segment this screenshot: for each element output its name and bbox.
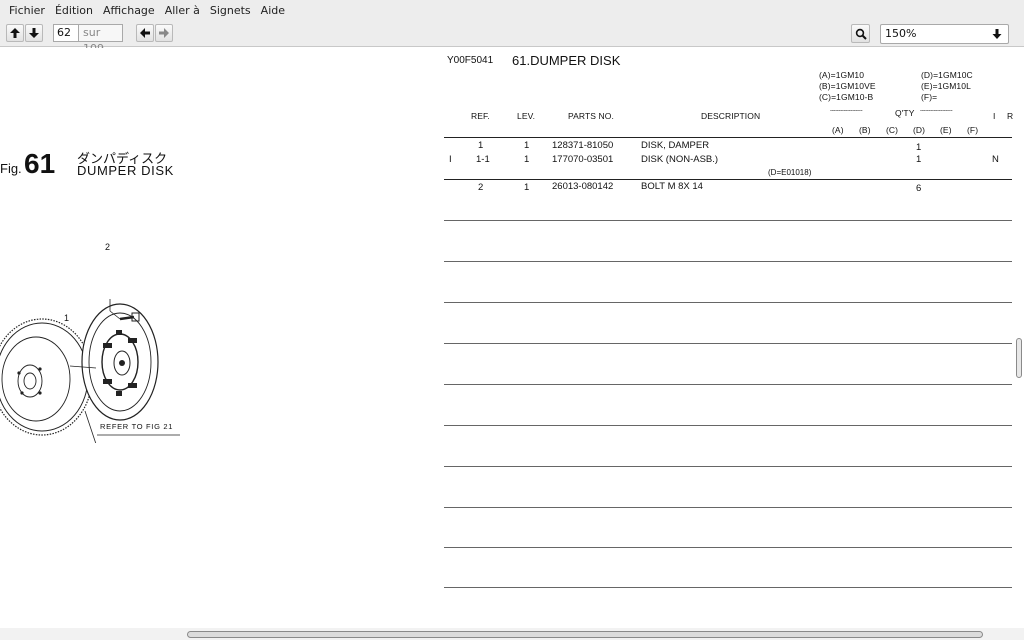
next-page-button[interactable] [25, 24, 43, 42]
vertical-scroll-thumb[interactable] [1016, 338, 1022, 378]
row-description: DISK, DAMPER [641, 140, 710, 151]
qty-dashes-left: ------------------- [830, 108, 863, 114]
horizontal-scrollbar[interactable] [0, 628, 1024, 640]
callout-1: 1 [64, 313, 70, 323]
arrow-down-icon [992, 29, 1002, 39]
menu-edition[interactable]: Édition [50, 4, 98, 17]
arrow-right-icon [159, 28, 169, 38]
forward-button[interactable] [155, 24, 173, 42]
search-button[interactable] [851, 24, 870, 43]
header-r: R [1007, 111, 1014, 121]
row-note: N [992, 154, 999, 165]
row-ref: 1 [478, 140, 484, 151]
row-description: BOLT M 8X 14 [641, 181, 703, 192]
empty-row-rule [444, 425, 1012, 426]
row-mark: I [449, 154, 452, 165]
callout-2: 2 [105, 242, 111, 252]
previous-page-button[interactable] [6, 24, 24, 42]
empty-row-rule [444, 261, 1012, 262]
damper-disk-drawing [81, 303, 159, 421]
model-a: (A)=1GM10 [819, 70, 865, 80]
empty-row-rule [444, 384, 1012, 385]
arrow-up-icon [10, 28, 20, 38]
horizontal-scroll-thumb[interactable] [187, 631, 983, 638]
menu-aide[interactable]: Aide [256, 4, 290, 17]
row-ref: 1-1 [476, 154, 490, 165]
row-qty-d: 1 [916, 154, 922, 165]
row-parts-no: 26013-080142 [552, 181, 614, 192]
empty-row-rule [444, 343, 1012, 344]
flywheel-drawing [0, 318, 93, 436]
empty-row-rule [444, 302, 1012, 303]
row-lev: 1 [524, 154, 530, 165]
header-col-d: (D) [913, 125, 926, 135]
doc-code: Y00F5041 [447, 55, 494, 66]
row-qty-d: 1 [916, 142, 922, 153]
row-lev: 1 [524, 182, 530, 193]
header-ref: REF. [471, 111, 490, 121]
document-viewport[interactable]: Fig. 61 ダンパディスク DUMPER DISK 2 1 REFER TO… [0, 48, 1024, 628]
header-col-b: (B) [859, 125, 871, 135]
header-i: I [993, 111, 996, 121]
exploded-parts-diagram [0, 299, 180, 443]
model-f: (F)= [921, 92, 938, 102]
arrow-down-icon [29, 28, 39, 38]
header-lev: LEV. [517, 111, 536, 121]
model-b: (B)=1GM10VE [819, 81, 876, 91]
toolbar: 62 sur 109 150% [0, 20, 1024, 55]
menu-aller-a[interactable]: Aller à [160, 4, 205, 17]
zoom-select[interactable]: 150% [880, 24, 1009, 44]
refer-leader-line [84, 410, 97, 443]
model-d: (D)=1GM10C [921, 70, 973, 80]
header-parts-no: PARTS NO. [568, 111, 614, 121]
row-lev: 1 [524, 140, 530, 151]
back-button[interactable] [136, 24, 154, 42]
menu-fichier[interactable]: Fichier [4, 4, 50, 17]
vertical-scrollbar[interactable] [1014, 48, 1024, 628]
row-parts-no: 177070-03501 [552, 154, 614, 165]
row-rule [444, 179, 1012, 180]
figure-prefix: Fig. [0, 161, 22, 176]
section-title: 61.DUMPER DISK [512, 53, 621, 68]
row-qty-d: 6 [916, 183, 922, 194]
header-col-e: (E) [940, 125, 952, 135]
figure-number: 61 [24, 148, 56, 179]
qty-dashes-right: ------------------- [920, 108, 953, 114]
empty-row-rule [444, 466, 1012, 467]
header-col-f: (F) [967, 125, 979, 135]
empty-row-rule [444, 587, 1012, 588]
empty-row-rule [444, 220, 1012, 221]
search-icon [855, 28, 867, 40]
header-rule [444, 137, 1012, 138]
refer-note: REFER TO FIG 21 [100, 422, 174, 431]
row-description: DISK (NON-ASB.) [641, 154, 719, 165]
menubar: Fichier Édition Affichage Aller à Signet… [0, 0, 1024, 20]
row-sub-note: (D=E01018) [768, 168, 812, 177]
menu-affichage[interactable]: Affichage [98, 4, 160, 17]
page-total-label: sur 109 [79, 24, 123, 55]
header-description: DESCRIPTION [701, 111, 761, 121]
header-col-a: (A) [832, 125, 844, 135]
figure-title-en: DUMPER DISK [77, 163, 174, 178]
row-parts-no: 128371-81050 [552, 140, 614, 151]
arrow-left-icon [140, 28, 150, 38]
menu-signets[interactable]: Signets [205, 4, 256, 17]
model-e: (E)=1GM10L [921, 81, 971, 91]
model-c: (C)=1GM10-B [819, 92, 874, 102]
empty-row-rule [444, 507, 1012, 508]
header-col-c: (C) [886, 125, 899, 135]
page-number-input[interactable]: 62 [53, 24, 79, 42]
empty-row-rule [444, 547, 1012, 548]
row-ref: 2 [478, 182, 484, 193]
header-qty: Q'TY [895, 108, 915, 118]
zoom-value: 150% [885, 27, 917, 40]
